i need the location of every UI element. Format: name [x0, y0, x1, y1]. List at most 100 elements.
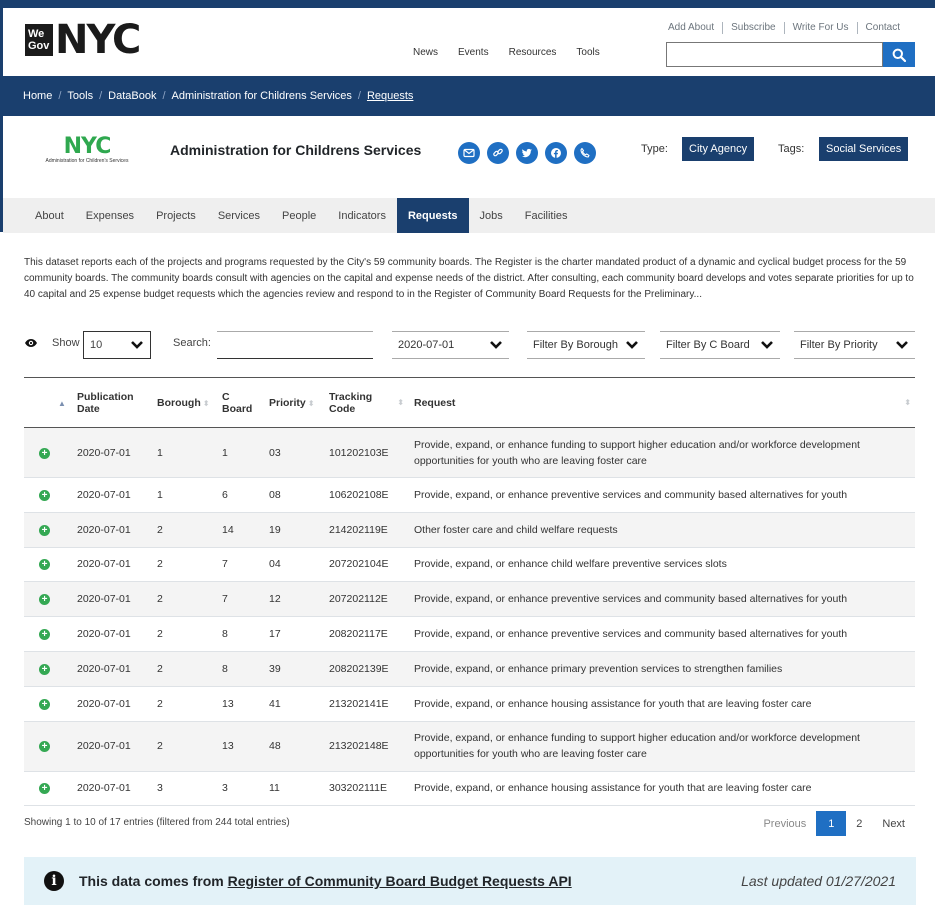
- type-badge[interactable]: City Agency: [682, 137, 755, 161]
- phone-button[interactable]: [574, 142, 596, 164]
- priority-filter-select[interactable]: Filter By Priority: [794, 331, 915, 359]
- expand-row-icon[interactable]: +: [39, 594, 50, 606]
- header-text: Priority: [269, 396, 306, 409]
- util-link-write-for-us[interactable]: Write For Us: [783, 22, 857, 34]
- breadcrumb-separator: /: [99, 90, 103, 102]
- cell-borough: 2: [153, 721, 218, 772]
- cell-cboard: 8: [218, 651, 265, 687]
- header-request[interactable]: Request ⬍: [410, 377, 915, 428]
- cell-expand: +: [24, 616, 73, 652]
- breadcrumb-home[interactable]: Home: [23, 90, 52, 102]
- cell-priority: 11: [265, 771, 325, 807]
- cell-priority: 19: [265, 512, 325, 548]
- breadcrumb-agency[interactable]: Administration for Childrens Services: [172, 90, 352, 102]
- table-row[interactable]: +2020-07-01 2 8 17 208202117E Provide, expand…: [24, 616, 915, 652]
- cell-cboard: 14: [218, 512, 265, 548]
- expand-row-icon[interactable]: +: [39, 698, 50, 710]
- expand-row-icon[interactable]: +: [39, 663, 50, 675]
- expand-row-icon[interactable]: +: [39, 489, 50, 501]
- expand-row-icon[interactable]: +: [39, 524, 50, 536]
- api-source-link[interactable]: Register of Community Board Budget Reque…: [228, 873, 572, 889]
- header-tracking-code[interactable]: Tracking Code ⬍: [325, 377, 410, 428]
- header-text: Code: [329, 402, 356, 415]
- tab-requests[interactable]: Requests: [396, 198, 469, 233]
- header-priority[interactable]: Priority ⬍: [265, 377, 325, 428]
- cell-cboard: 7: [218, 581, 265, 618]
- tab-indicators[interactable]: Indicators: [327, 198, 397, 233]
- next-page-button[interactable]: Next: [872, 811, 915, 836]
- cell-cboard: 8: [218, 616, 265, 652]
- link-button[interactable]: [487, 142, 509, 164]
- table-row[interactable]: +2020-07-01 2 14 19 214202119E Other foster c…: [24, 512, 915, 548]
- cell-code: 303202111E: [325, 771, 410, 807]
- tab-facilities[interactable]: Facilities: [514, 198, 579, 233]
- breadcrumb: Home / Tools / DataBook / Administration…: [3, 76, 935, 116]
- table-row[interactable]: +2020-07-01 2 13 48 213202148E Provide, expan…: [24, 721, 915, 772]
- cboard-filter-label: Filter By C Board: [666, 339, 750, 351]
- last-updated: Last updated 01/27/2021: [741, 873, 896, 889]
- table-row[interactable]: +2020-07-01 2 13 41 213202141E Provide, expan…: [24, 686, 915, 722]
- expand-row-icon[interactable]: +: [39, 783, 50, 795]
- expand-row-icon[interactable]: +: [39, 447, 50, 459]
- tab-jobs[interactable]: Jobs: [469, 198, 514, 233]
- cell-priority: 08: [265, 477, 325, 513]
- tab-about[interactable]: About: [24, 198, 75, 233]
- header-borough[interactable]: Borough ⬍: [153, 377, 218, 428]
- twitter-button[interactable]: [516, 142, 538, 164]
- date-filter-select[interactable]: 2020-07-01: [392, 331, 509, 359]
- header-publication-date[interactable]: Publication Date: [73, 377, 153, 428]
- table-row[interactable]: +2020-07-01 1 6 08 106202108E Provide, expand…: [24, 477, 915, 513]
- table-row[interactable]: +2020-07-01 2 7 04 207202104E Provide, expand…: [24, 547, 915, 583]
- page-size-value: 10: [90, 339, 103, 351]
- cell-code: 208202117E: [325, 616, 410, 652]
- tags-badge[interactable]: Social Services: [819, 137, 909, 161]
- borough-filter-select[interactable]: Filter By Borough: [527, 331, 645, 359]
- nav-news[interactable]: News: [413, 47, 438, 58]
- header-text: Publication: [77, 390, 134, 403]
- tab-expenses[interactable]: Expenses: [75, 198, 145, 233]
- tab-services[interactable]: Services: [207, 198, 271, 233]
- expand-row-icon[interactable]: +: [39, 559, 50, 571]
- nav-tools[interactable]: Tools: [576, 47, 599, 58]
- nav-resources[interactable]: Resources: [509, 47, 557, 58]
- cell-expand: +: [24, 547, 73, 583]
- expand-row-icon[interactable]: +: [39, 629, 50, 641]
- cell-request: Provide, expand, or enhance preventive s…: [410, 616, 915, 652]
- breadcrumb-databook[interactable]: DataBook: [108, 90, 156, 102]
- breadcrumb-tools[interactable]: Tools: [67, 90, 93, 102]
- cboard-filter-select[interactable]: Filter By C Board: [660, 331, 780, 359]
- site-search-input[interactable]: [666, 42, 883, 67]
- table-row[interactable]: +2020-07-01 2 7 12 207202112E Provide, expand…: [24, 581, 915, 618]
- page-1-button[interactable]: 1: [816, 811, 847, 836]
- cell-code: 101202103E: [325, 427, 410, 478]
- cell-borough: 2: [153, 616, 218, 652]
- nav-events[interactable]: Events: [458, 47, 489, 58]
- breadcrumb-requests[interactable]: Requests: [367, 90, 413, 102]
- cell-priority: 04: [265, 547, 325, 583]
- header-expand[interactable]: ▲: [24, 377, 73, 428]
- tab-people[interactable]: People: [271, 198, 327, 233]
- table-row[interactable]: +2020-07-01 1 1 03 101202103E Provide, expand…: [24, 427, 915, 478]
- util-link-subscribe[interactable]: Subscribe: [722, 22, 783, 34]
- cell-date: 2020-07-01: [73, 771, 153, 807]
- cell-code: 213202148E: [325, 721, 410, 772]
- chevron-down-icon: [131, 341, 143, 349]
- column-visibility-toggle[interactable]: [24, 336, 38, 350]
- header-cboard[interactable]: C Board: [218, 377, 265, 428]
- table-row[interactable]: +2020-07-01 2 8 39 208202139E Provide, expand…: [24, 651, 915, 687]
- email-button[interactable]: [458, 142, 480, 164]
- page-size-select[interactable]: 10: [83, 331, 151, 359]
- wegovnyc-logo[interactable]: We Gov NYC: [25, 20, 141, 60]
- previous-page-button[interactable]: Previous: [753, 811, 816, 836]
- table-row[interactable]: +2020-07-01 3 3 11 303202111E Provide, expand…: [24, 771, 915, 807]
- tab-projects[interactable]: Projects: [145, 198, 207, 233]
- util-link-add-about[interactable]: Add About: [660, 22, 722, 34]
- page-2-button[interactable]: 2: [846, 811, 872, 836]
- util-link-contact[interactable]: Contact: [856, 22, 908, 34]
- table-search-input[interactable]: [217, 331, 373, 359]
- header-text: Tracking: [329, 390, 373, 403]
- cell-date: 2020-07-01: [73, 651, 153, 687]
- facebook-button[interactable]: [545, 142, 567, 164]
- expand-row-icon[interactable]: +: [39, 741, 50, 753]
- site-search-button[interactable]: [883, 42, 915, 67]
